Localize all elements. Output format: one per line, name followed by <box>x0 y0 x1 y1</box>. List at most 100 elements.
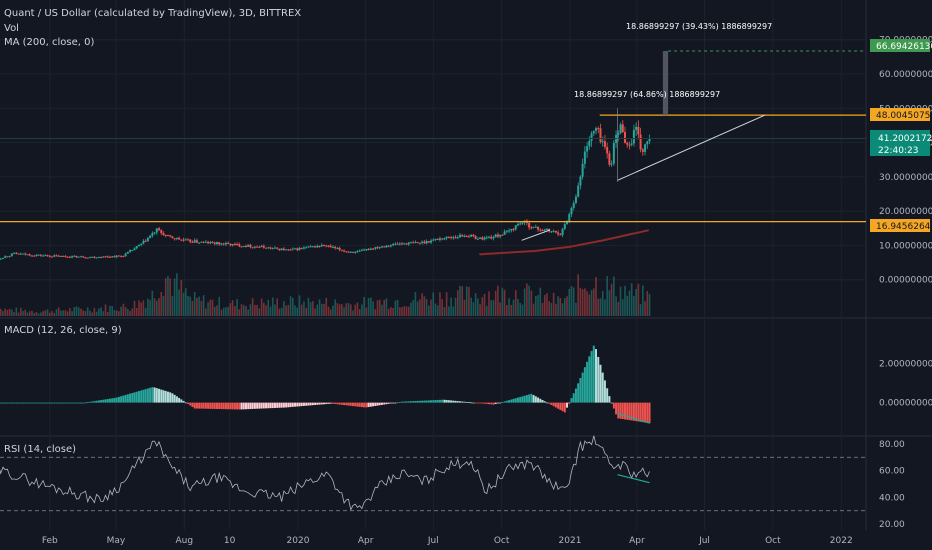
candle <box>447 236 450 238</box>
volume-bar <box>260 298 263 316</box>
volume-bar <box>628 290 631 316</box>
volume-bar <box>481 297 484 316</box>
candle <box>271 248 274 250</box>
volume-bar <box>439 292 441 316</box>
macd-histogram-bar <box>129 393 132 403</box>
volume-bar <box>131 308 134 316</box>
macd-histogram-bar <box>492 402 495 405</box>
volume-bar <box>35 312 38 316</box>
candle <box>164 235 167 237</box>
volume-bar <box>336 303 339 316</box>
volume-bar <box>182 292 185 316</box>
volume-bar <box>46 309 49 316</box>
candle <box>291 248 294 250</box>
macd-histogram-bar <box>6 402 9 404</box>
volume-bar <box>64 310 67 316</box>
x-tick-label: Oct <box>494 536 510 546</box>
candle <box>456 237 459 239</box>
macd-histogram-bar <box>606 388 609 403</box>
volume-bar <box>231 300 234 316</box>
macd-histogram-bar <box>465 401 468 403</box>
macd-histogram-bar <box>142 389 145 403</box>
candle <box>340 249 343 251</box>
volume-bar <box>312 301 314 316</box>
macd-histogram-bar <box>508 400 511 403</box>
candle <box>273 247 276 249</box>
volume-bar <box>80 308 82 316</box>
volume-bar <box>82 310 85 316</box>
volume-bar <box>140 302 142 316</box>
macd-histogram-bar <box>351 402 354 407</box>
candle <box>311 246 314 248</box>
macd-histogram-bar <box>204 402 207 409</box>
candle <box>563 224 566 229</box>
volume-bar <box>303 301 305 316</box>
candle <box>595 128 598 131</box>
volume-bar <box>283 301 285 316</box>
macd-histogram-bar <box>343 402 346 406</box>
candle <box>409 242 412 244</box>
macd-histogram-bar <box>86 402 89 403</box>
macd-histogram-bar <box>485 402 488 404</box>
candle <box>452 237 455 239</box>
volume-bar <box>584 288 586 316</box>
candle <box>418 242 421 244</box>
candle <box>106 256 109 258</box>
volume-bar <box>111 306 114 316</box>
volume-bar <box>91 312 93 316</box>
macd-histogram-bar <box>318 402 321 405</box>
macd-histogram-bar <box>84 402 87 404</box>
macd-histogram-bar <box>621 402 624 420</box>
candle <box>276 247 279 249</box>
candle <box>550 231 553 233</box>
candle <box>233 243 236 245</box>
chart-canvas[interactable]: Feb May Aug 10 2020 Apr Jul Oct 2021 Apr Jul Oct 202… <box>0 0 932 550</box>
candle <box>490 236 493 239</box>
candle <box>401 243 404 245</box>
volume-bar <box>296 307 299 316</box>
volume-bar <box>448 306 450 316</box>
candle <box>198 242 201 244</box>
volume-bar <box>274 304 276 316</box>
candle <box>479 237 482 239</box>
volume-bar <box>44 310 47 316</box>
volume-bar <box>238 309 241 316</box>
macd-histogram-bar <box>367 402 370 408</box>
macd-histogram-bar <box>423 400 426 403</box>
candle <box>443 238 446 240</box>
macd-histogram-bar <box>244 402 247 410</box>
volume-bar <box>434 303 437 316</box>
volume-bar <box>17 312 20 316</box>
candle <box>532 226 535 228</box>
candle <box>516 223 519 226</box>
macd-histogram-bar <box>554 402 557 408</box>
volume-bar <box>621 299 624 316</box>
volume-bar <box>271 297 274 316</box>
candle <box>494 234 497 238</box>
candle <box>258 246 261 248</box>
volume-bar <box>610 283 613 316</box>
candle <box>224 242 227 245</box>
candle <box>483 237 486 240</box>
macd-histogram-bar <box>340 402 343 405</box>
volume-bar <box>55 309 58 316</box>
volume-bar <box>503 289 506 316</box>
macd-histogram-bar <box>133 392 136 403</box>
volume-bar <box>539 287 542 316</box>
volume-bar <box>347 303 350 316</box>
volume-bar <box>138 300 140 316</box>
macd-histogram-bar <box>456 401 459 403</box>
candle <box>202 241 205 243</box>
volume-bar <box>53 313 56 316</box>
macd-histogram-bar <box>586 361 589 403</box>
macd-histogram-bar <box>211 402 214 409</box>
rsi-tick-label: 20.00 <box>879 520 905 530</box>
rsi-tick-label: 80.00 <box>879 440 905 450</box>
macd-histogram-bar <box>568 402 571 404</box>
candle <box>211 241 214 243</box>
candle <box>129 250 132 252</box>
macd-histogram-bar <box>269 402 272 409</box>
macd-histogram-bar <box>184 402 187 404</box>
volume-bar <box>399 307 401 316</box>
volume-bar <box>619 286 622 316</box>
